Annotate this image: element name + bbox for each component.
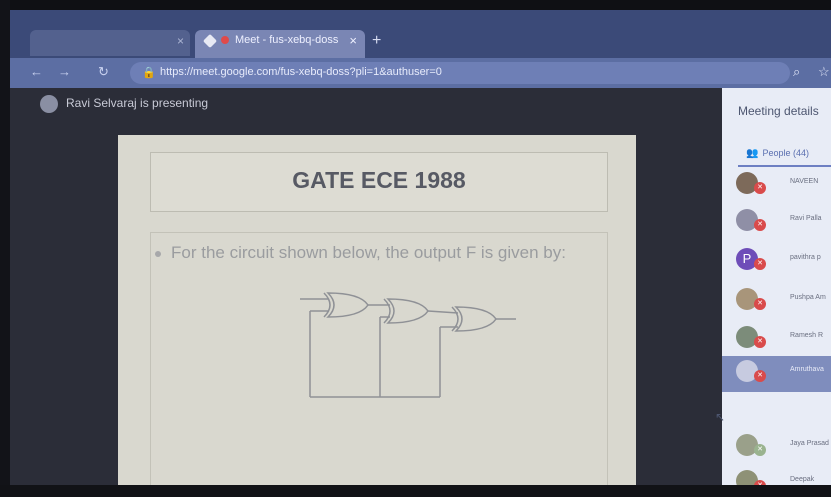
slide-bullet-text: For the circuit shown below, the output … <box>171 243 566 262</box>
slide-title-box: GATE ECE 1988 <box>150 152 608 212</box>
participant-row[interactable]: ✕ Deepak <box>722 466 831 485</box>
presenting-text: Ravi Selvaraj is presenting <box>66 96 209 111</box>
forward-icon[interactable]: → <box>58 64 71 79</box>
tab-indicator <box>738 165 831 167</box>
people-tab-label: People (44) <box>762 148 809 158</box>
panel-title: Meeting details <box>738 104 819 118</box>
mouse-cursor-icon: ↖ <box>715 410 726 424</box>
browser-toolbar: ← → ↻ 🔒 https://meet.google.com/fus-xebq… <box>10 58 831 88</box>
lock-icon: 🔒 <box>142 67 156 79</box>
browser-tab-active[interactable]: Meet - fus-xebq-doss × <box>195 30 365 58</box>
slide-bullet: For the circuit shown below, the output … <box>155 240 595 266</box>
back-icon[interactable]: ← <box>30 64 43 79</box>
mic-off-icon: ✕ <box>754 298 766 310</box>
slide-title: GATE ECE 1988 <box>292 167 466 193</box>
participant-name: pavithra p <box>790 254 821 261</box>
bullet-dot <box>155 250 161 257</box>
mic-off-icon: ✕ <box>754 182 766 194</box>
xor-gate-1-input-curve <box>323 292 331 318</box>
close-icon[interactable]: × <box>177 34 184 48</box>
xor-gate-2 <box>386 298 429 324</box>
participant-row[interactable]: ✕ Jaya Prasad <box>722 430 831 466</box>
participant-name: Jaya Prasad <box>790 440 829 447</box>
xor-gate-3 <box>454 306 497 332</box>
new-tab-button[interactable]: + <box>372 32 381 50</box>
close-icon[interactable]: × <box>349 33 357 48</box>
participant-row[interactable]: ✕ Ravi Palla <box>722 205 831 241</box>
participant-name: Amruthava <box>790 366 824 373</box>
participant-row[interactable]: ✕ NAVEEN <box>722 168 831 204</box>
mic-off-icon: ✕ <box>754 219 766 231</box>
browser-tab-inactive[interactable]: × <box>30 30 190 56</box>
logic-circuit-diagram <box>300 292 516 398</box>
participant-name: NAVEEN <box>790 178 819 185</box>
monitor-bezel-bottom <box>0 485 831 497</box>
mic-off-icon: ✕ <box>754 370 766 382</box>
recording-dot-icon <box>221 36 229 44</box>
mic-off-icon: ✕ <box>754 258 766 270</box>
participant-row[interactable]: ✕ Amruthava <box>722 356 831 392</box>
participant-row[interactable]: P ✕ pavithra p <box>722 244 831 280</box>
xor-gate-1 <box>326 292 369 318</box>
monitor-bezel <box>0 0 831 10</box>
participant-name: Ravi Palla <box>790 215 822 222</box>
people-icon: 👥 <box>746 148 759 159</box>
meet-favicon-icon <box>202 33 218 49</box>
mic-off-icon: ✕ <box>754 336 766 348</box>
presenter-avatar <box>40 95 58 113</box>
participant-name: Deepak <box>790 476 815 483</box>
participant-row[interactable]: ✕ Ramesh R <box>722 322 831 358</box>
reload-icon[interactable]: ↻ <box>98 64 109 80</box>
tab-people[interactable]: 👥 People (44) <box>746 148 809 159</box>
presenting-banner: Ravi Selvaraj is presenting <box>40 95 208 115</box>
address-bar[interactable]: 🔒 https://meet.google.com/fus-xebq-doss?… <box>130 62 790 84</box>
tab-title: Meet - fus-xebq-doss <box>235 34 339 46</box>
monitor-bezel-left <box>0 0 10 497</box>
star-icon[interactable]: ☆ <box>818 64 830 80</box>
participant-row[interactable]: ✕ Pushpa Am <box>722 284 831 320</box>
participant-name: Pushpa Am <box>790 294 826 301</box>
xor-gate-2-input-curve <box>383 298 391 324</box>
mic-icon: ✕ <box>754 444 766 456</box>
participant-name: Ramesh R <box>790 332 824 339</box>
camera-permission-icon[interactable]: ⌕ <box>793 64 800 80</box>
url-text: https://meet.google.com/fus-xebq-doss?pl… <box>160 66 442 78</box>
